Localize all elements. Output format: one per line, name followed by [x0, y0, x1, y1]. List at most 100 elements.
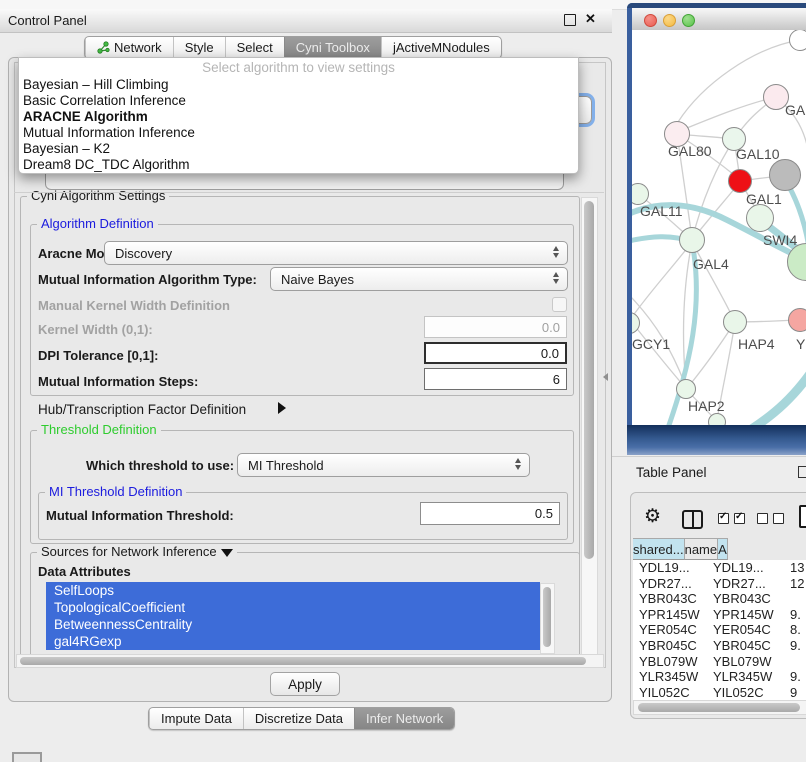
threshold-definition-title: Threshold Definition [37, 422, 161, 437]
network-node[interactable] [708, 413, 726, 425]
control-panel-tab[interactable]: jActiveMNodules [381, 37, 501, 58]
table-column-header[interactable]: name [685, 538, 719, 560]
mi-steps-field[interactable]: 6 [424, 368, 567, 390]
network-node[interactable] [632, 312, 640, 334]
table-row[interactable]: YER054C YER054C 8. [633, 622, 806, 638]
table-row[interactable]: YBL079W YBL079W [633, 654, 806, 670]
cyni-bottom-tab[interactable]: Infer Network [354, 708, 454, 729]
network-node-label: GAL80 [668, 143, 712, 159]
table-row[interactable]: YLR345W YLR345W 9. [633, 669, 806, 685]
apply-button[interactable]: Apply [270, 672, 340, 696]
network-node-layer: GALGAL80GAL10GAL1GAL11SWI4GAL4GCY1HAP4YH… [632, 30, 806, 425]
network-node-label: GAL4 [693, 256, 729, 272]
table-horizontal-scrollbar[interactable] [633, 700, 806, 715]
table-column-header[interactable]: A [718, 538, 728, 560]
kernel-width-value: 0.0 [542, 320, 560, 335]
page-icon[interactable] [799, 505, 806, 528]
manual-kernel-width-checkbox[interactable] [552, 297, 567, 312]
attribute-list-item[interactable]: BetweennessCentrality [46, 616, 540, 633]
dpi-tolerance-value: 0.0 [541, 346, 559, 361]
split-columns-icon[interactable] [682, 510, 703, 529]
cyni-bottom-tab[interactable]: Discretize Data [243, 708, 354, 729]
table-header-row: shared... name A [633, 538, 728, 560]
select-all-checks-icon[interactable] [718, 513, 745, 524]
settings-vertical-scrollbar[interactable] [581, 197, 598, 657]
deselect-all-checks-icon[interactable] [757, 513, 784, 524]
network-window-frame-bottom [627, 425, 806, 455]
network-node[interactable] [728, 169, 752, 193]
algorithm-popup-item[interactable]: Dream8 DC_TDC Algorithm [19, 157, 578, 173]
network-node[interactable] [769, 159, 801, 191]
settings-horizontal-scrollbar[interactable] [16, 654, 604, 668]
network-canvas[interactable]: GALGAL80GAL10GAL1GAL11SWI4GAL4GCY1HAP4YH… [632, 30, 806, 425]
tab-label: Select [237, 40, 273, 55]
mi-threshold-label: Mutual Information Threshold: [46, 508, 234, 523]
window-close-icon[interactable] [644, 14, 657, 27]
network-node-label: GAL10 [736, 146, 780, 162]
network-node[interactable] [676, 379, 696, 399]
table-row[interactable]: YIL052C YIL052C 9 [633, 685, 806, 701]
table-row[interactable]: YPR145W YPR145W 9. [633, 607, 806, 623]
network-node[interactable] [632, 183, 649, 205]
network-node[interactable] [679, 227, 705, 253]
attribute-list-item[interactable]: TopologicalCoefficient [46, 599, 540, 616]
table-column-header[interactable]: shared... [633, 538, 685, 560]
network-node-label: SWI4 [763, 232, 797, 248]
cyni-bottom-tab[interactable]: Impute Data [149, 708, 243, 729]
algorithm-popup-item[interactable]: Bayesian – K2 [19, 141, 578, 157]
attribute-list-item[interactable]: gal4RGexp [46, 633, 540, 650]
dpi-tolerance-field[interactable]: 0.0 [424, 342, 567, 364]
algorithm-popup-item[interactable]: Basic Correlation Inference [19, 93, 578, 109]
combo-arrows-icon [515, 458, 521, 470]
hub-expander-label[interactable]: Hub/Transcription Factor Definition [38, 402, 246, 417]
tab-label: Style [185, 40, 214, 55]
dpi-tolerance-label: DPI Tolerance [0,1]: [38, 348, 158, 363]
network-node-label: GCY1 [632, 336, 670, 352]
aracne-mode-value: Discovery [115, 246, 172, 261]
attributes-list-scrollbar[interactable] [540, 583, 555, 654]
expander-down-arrow-icon [221, 549, 233, 557]
close-icon[interactable]: ✕ [585, 11, 596, 27]
splitpane-collapse-icon[interactable] [603, 373, 608, 381]
control-panel-tab[interactable]: Select [225, 37, 284, 58]
network-node[interactable] [746, 204, 774, 232]
float-window-icon[interactable] [564, 14, 576, 26]
network-node[interactable] [723, 310, 747, 334]
algorithm-popup-item[interactable]: Mutual Information Inference [19, 125, 578, 141]
table-row[interactable]: YBR045C YBR045C 9. [633, 638, 806, 654]
attribute-list-item[interactable]: SelfLoops [46, 582, 540, 599]
cytoscape-desktop: Control Panel ✕ Networ [0, 0, 806, 762]
algorithm-definition-title: Algorithm Definition [37, 216, 158, 231]
window-minimize-icon[interactable] [663, 14, 676, 27]
table-row[interactable]: YDL19... YDL19... 13 [633, 560, 806, 576]
network-node[interactable] [787, 243, 806, 281]
bottom-left-partial-icon[interactable] [12, 752, 42, 762]
expander-right-arrow-icon[interactable] [278, 402, 286, 414]
table-row[interactable]: YBR043C YBR043C [633, 591, 806, 607]
network-node[interactable] [788, 308, 806, 332]
kernel-width-field[interactable]: 0.0 [424, 316, 567, 338]
network-tab-icon [97, 41, 110, 54]
sources-group-title[interactable]: Sources for Network Inference [37, 544, 237, 559]
mi-threshold-field[interactable]: 0.5 [420, 502, 560, 525]
table-row[interactable]: YDR27... YDR27... 12 [633, 576, 806, 592]
gear-icon[interactable]: ⚙ [644, 505, 661, 528]
algorithm-popup-item[interactable]: ARACNE Algorithm [19, 109, 578, 125]
algorithm-popup-item[interactable]: Bayesian – Hill Climbing [19, 77, 578, 93]
control-panel-tab[interactable]: Style [173, 37, 225, 58]
mi-algorithm-type-combo[interactable]: Naive Bayes [270, 267, 568, 291]
kernel-width-label: Kernel Width (0,1): [38, 322, 153, 337]
control-panel-tab[interactable]: Cyni Toolbox [284, 37, 381, 58]
control-panel-tab[interactable]: Network [85, 37, 173, 58]
data-attributes-list[interactable]: SelfLoops TopologicalCoefficient Between… [46, 582, 540, 652]
table-panel-float-icon[interactable] [798, 466, 806, 478]
network-window-titlebar[interactable] [632, 8, 806, 31]
window-zoom-icon[interactable] [682, 14, 695, 27]
algorithm-popup-prompt: Select algorithm to view settings [19, 58, 578, 77]
aracne-mode-combo[interactable]: Discovery [104, 241, 568, 265]
network-node-label: HAP4 [738, 336, 775, 352]
which-threshold-label: Which threshold to use: [86, 458, 234, 473]
tab-label: Discretize Data [255, 711, 343, 726]
network-node[interactable] [789, 30, 806, 51]
which-threshold-combo[interactable]: MI Threshold [237, 453, 530, 477]
